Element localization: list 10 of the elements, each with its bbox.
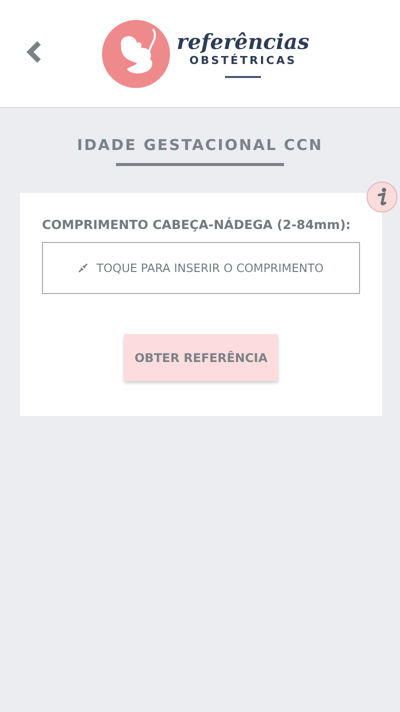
length-input-field[interactable]: TOQUE PARA INSERIR O COMPRIMENTO	[42, 242, 360, 294]
page-title: IDADE GESTACIONAL CCN	[76, 136, 324, 154]
logo-subtitle: OBSTÉTRICAS	[189, 54, 297, 68]
logo-title: referências	[176, 30, 310, 54]
field-label: COMPRIMENTO CABEÇA-NÁDEGA (2-84mm):	[42, 217, 352, 232]
ruler-icon	[78, 263, 88, 273]
back-icon[interactable]	[26, 41, 42, 63]
info-icon[interactable]	[366, 181, 398, 213]
fetus-logo-icon	[100, 18, 171, 88]
get-reference-button[interactable]: OBTER REFERÊNCIA	[124, 334, 278, 381]
